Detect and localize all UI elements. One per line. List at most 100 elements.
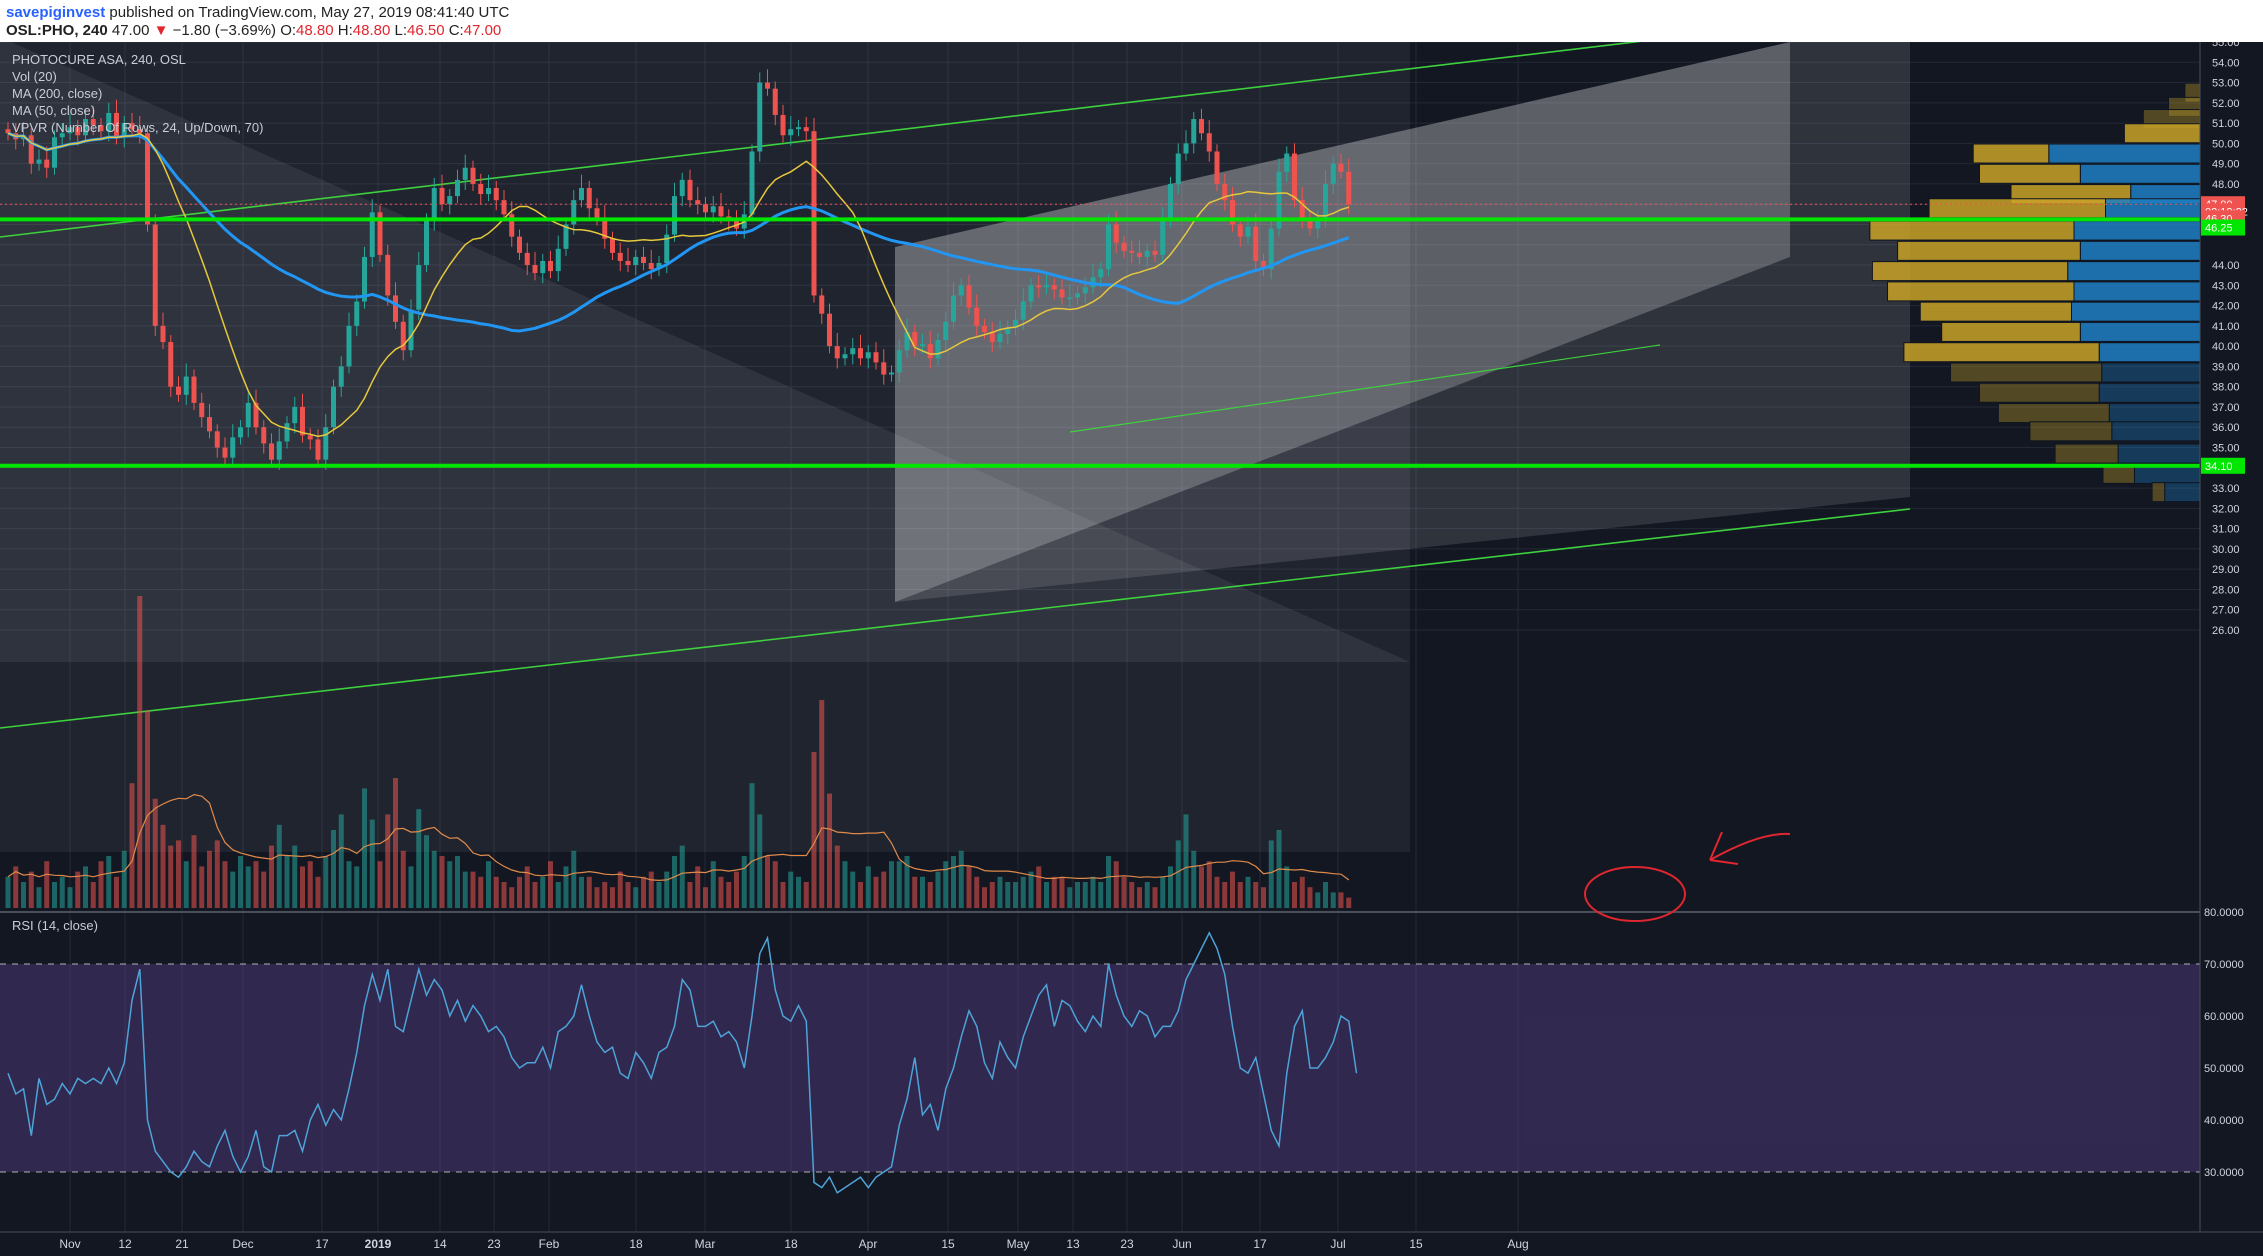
volume-bar — [377, 861, 383, 908]
volume-bar — [238, 856, 243, 908]
volume-bar — [579, 876, 584, 908]
rsi-tick: 40.0000 — [2204, 1115, 2244, 1127]
volume-bar — [98, 861, 104, 908]
candle-body — [354, 301, 360, 326]
volume-bar — [1222, 882, 1228, 908]
candle-body — [672, 196, 677, 235]
price-tick: 28.00 — [2212, 584, 2240, 596]
candle-body — [1214, 151, 1220, 184]
candle-body — [439, 187, 445, 205]
legend-ma200[interactable]: MA (200, close) — [12, 86, 102, 101]
volume-bar — [199, 866, 205, 908]
volume-bar — [369, 819, 375, 908]
publisher-name[interactable]: savepiginvest — [6, 4, 105, 21]
price-label-text: 46.25 — [2205, 223, 2233, 235]
volume-bar — [672, 856, 677, 908]
volume-bar — [1330, 892, 1336, 908]
candle-body — [501, 200, 507, 215]
volume-bar — [269, 845, 274, 908]
vpvr-up-bar — [2073, 281, 2201, 302]
candle-body — [1245, 226, 1251, 237]
candle-body — [1292, 153, 1297, 201]
vpvr-up-bar — [2164, 482, 2201, 503]
vpvr-up-bar — [2079, 321, 2201, 342]
vpvr-up-bar — [2105, 198, 2201, 219]
volume-bar — [780, 882, 786, 908]
candle-body — [323, 427, 329, 460]
volume-bar — [1261, 887, 1266, 908]
candle-body — [1175, 153, 1181, 184]
volume-bar — [602, 882, 608, 908]
time-label: 21 — [175, 1237, 189, 1251]
volume-bar — [889, 861, 894, 908]
volume-bar — [478, 876, 484, 908]
volume-bar — [191, 835, 197, 908]
volume-bar — [214, 840, 220, 908]
price-tick: 50.00 — [2212, 138, 2240, 150]
volume-bar — [687, 882, 693, 908]
volume-bar — [439, 856, 445, 908]
volume-bar — [183, 861, 189, 908]
candle-body — [679, 179, 685, 197]
volume-bar — [741, 856, 747, 908]
candle-body — [300, 406, 305, 436]
volume-bar — [253, 861, 259, 908]
volume-bar — [129, 783, 135, 908]
volume-bar — [1106, 856, 1111, 908]
candle-body — [982, 325, 987, 332]
volume-bar — [385, 814, 391, 908]
time-label: Jun — [1172, 1237, 1191, 1251]
price-tick: 42.00 — [2212, 301, 2240, 313]
time-label: Jul — [1330, 1237, 1345, 1251]
candle-body — [1121, 242, 1127, 251]
time-label: 14 — [433, 1237, 447, 1251]
legend-vpvr[interactable]: VPVR (Number Of Rows, 24, Up/Down, 70) — [12, 120, 263, 135]
candle-body — [555, 248, 561, 272]
volume-bar — [1253, 882, 1259, 908]
candle-body — [1106, 224, 1111, 270]
candle-body — [1168, 183, 1173, 221]
last-price: 47.00 — [111, 22, 150, 39]
volume-bar — [114, 876, 119, 908]
volume-bar — [540, 876, 546, 908]
vpvr-up-bar — [2108, 403, 2201, 424]
legend-vol[interactable]: Vol (20) — [12, 69, 57, 84]
candle-body — [52, 137, 57, 168]
vpvr-up-bar — [2117, 443, 2201, 464]
candle-body — [524, 252, 530, 266]
volume-bar — [1028, 871, 1034, 908]
volume-bar — [982, 887, 987, 908]
high-value: 48.80 — [352, 22, 391, 39]
volume-bar — [1237, 882, 1243, 908]
price-change: −1.80 (−3.69%) — [172, 22, 277, 39]
candle-body — [633, 256, 639, 266]
volume-bar — [1013, 882, 1018, 908]
rsi-legend[interactable]: RSI (14, close) — [12, 918, 98, 933]
volume-bar — [1315, 892, 1321, 908]
close-label: C: — [448, 22, 464, 39]
volume-bar — [726, 882, 732, 908]
candle-body — [1253, 226, 1259, 261]
candle-body — [974, 307, 980, 326]
volume-bar — [1059, 876, 1065, 908]
volume-bar — [1175, 840, 1181, 908]
candle-body — [842, 354, 848, 359]
time-label: 23 — [1120, 1237, 1134, 1251]
legend-ma50[interactable]: MA (50, close) — [12, 103, 95, 118]
candle-body — [346, 325, 352, 367]
price-tick: 54.00 — [2212, 57, 2240, 69]
volume-bar — [966, 866, 972, 908]
rsi-tick: 60.0000 — [2204, 1011, 2244, 1023]
candle-body — [478, 183, 484, 195]
rsi-tick: 30.0000 — [2204, 1167, 2244, 1179]
legend-title[interactable]: PHOTOCURE ASA, 240, OSL — [12, 52, 186, 67]
candle-body — [1028, 285, 1034, 302]
volume-bar — [470, 871, 476, 908]
price-chart-canvas[interactable]: PHOTOCURE ASA, 240, OSL Vol (20) MA (200… — [0, 42, 2263, 1256]
volume-bar — [951, 856, 956, 908]
open-label: O: — [280, 22, 297, 39]
volume-bar — [21, 882, 26, 908]
candle-body — [803, 127, 809, 132]
candle-body — [462, 167, 468, 180]
candle-body — [648, 263, 654, 270]
